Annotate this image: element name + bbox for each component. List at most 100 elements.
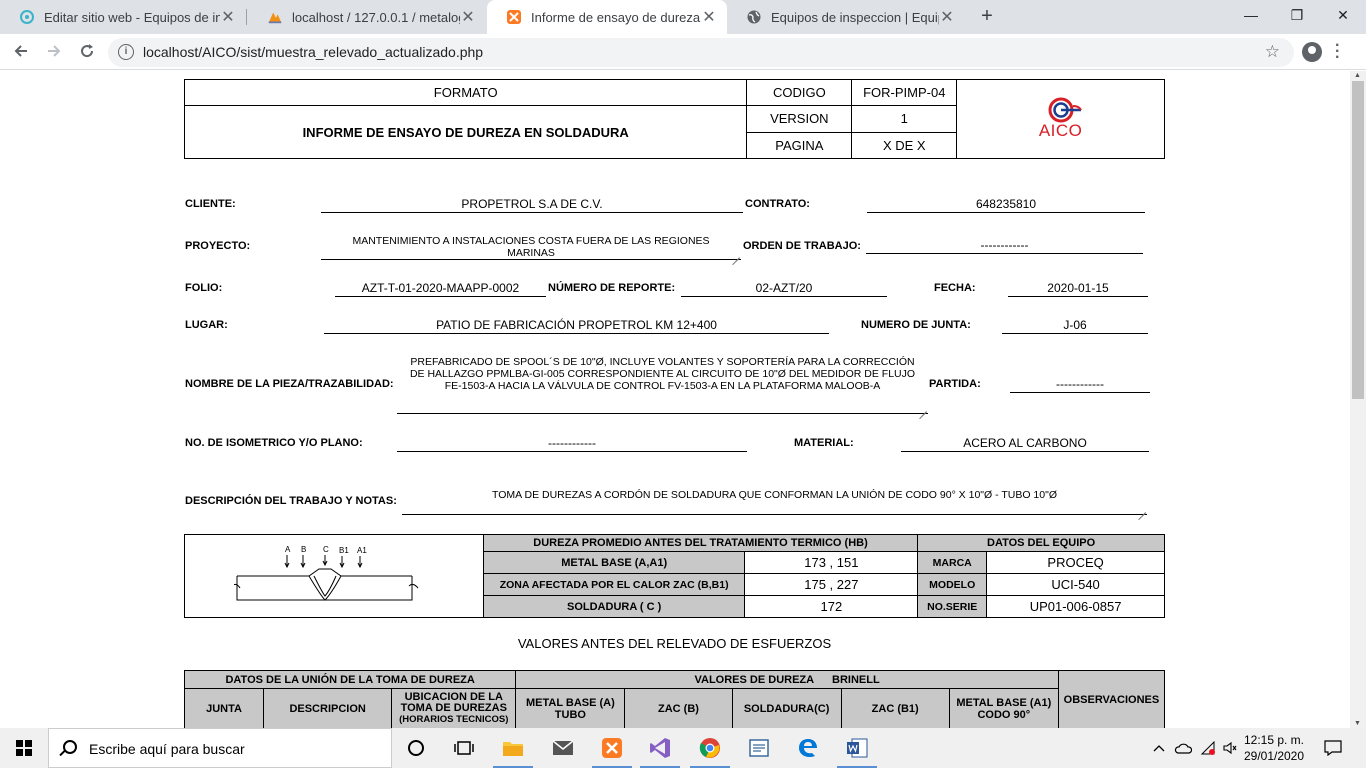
address-bar[interactable]: i localhost/AICO/sist/muestra_relevado_a… xyxy=(108,38,1294,67)
observaciones-header: OBSERVACIONES xyxy=(1057,670,1166,728)
contrato-label: CONTRATO: xyxy=(745,198,810,210)
notifications-icon[interactable] xyxy=(1320,728,1346,768)
metal-base-a-col-sub: TUBO xyxy=(554,708,586,721)
new-tab-button[interactable]: + xyxy=(976,5,998,27)
forward-arrow-icon[interactable] xyxy=(42,41,66,65)
page-scrollbar[interactable]: ▲ ▼ xyxy=(1350,71,1366,728)
modelo-value: UCI-540 xyxy=(986,573,1165,596)
diagram-label-a1: A1 xyxy=(357,546,367,555)
scroll-down-arrow-icon[interactable]: ▼ xyxy=(1354,720,1361,727)
report-document: FORMATO CODIGO FOR-PIMP-04 AICO INFORME … xyxy=(0,71,1350,728)
diagram-label-c: C xyxy=(323,545,329,554)
partida-field[interactable]: ------------ xyxy=(1010,377,1150,393)
close-tab-icon[interactable]: ✕ xyxy=(939,7,955,27)
reporte-field[interactable]: 02-AZT/20 xyxy=(681,281,887,297)
browser-toolbar: i localhost/AICO/sist/muestra_relevado_a… xyxy=(0,34,1366,70)
metal-base-a-col-header: METAL BASE (A) TUBO xyxy=(515,688,626,728)
cortana-icon[interactable] xyxy=(392,728,440,768)
soldadura-value: 172 xyxy=(744,595,919,618)
onedrive-icon[interactable] xyxy=(1172,728,1194,768)
tab-title: localhost / 127.0.0.1 / metalograf xyxy=(292,9,460,25)
taskbar-search-box[interactable]: Escribe aquí para buscar xyxy=(48,728,392,768)
no-serie-value: UP01-006-0857 xyxy=(986,595,1165,618)
hardness-equipment-table: A B C B1 A1 DUREZA PROMEDIO ANTES DEL TR… xyxy=(184,534,1165,618)
cliente-field[interactable]: PROPETROL S.A DE C.V. xyxy=(321,197,743,213)
tab-equipos-inspeccion[interactable]: Equipos de inspeccion | Equipos ✕ xyxy=(727,0,965,34)
folio-field[interactable]: AZT-T-01-2020-MAAPP-0002 xyxy=(335,281,546,297)
descripcion-col-header: DESCRIPCION xyxy=(263,688,393,728)
soldadura-col-header: SOLDADURA(C) xyxy=(731,688,842,728)
close-tab-icon[interactable]: ✕ xyxy=(220,7,236,27)
scroll-thumb[interactable] xyxy=(1352,81,1364,399)
tab-title: Equipos de inspeccion | Equipos xyxy=(771,9,939,25)
reload-icon[interactable] xyxy=(75,41,99,65)
partida-label: PARTIDA: xyxy=(929,378,981,390)
values-section-title: VALORES ANTES DEL RELEVADO DE ESFUERZOS xyxy=(517,636,832,651)
mail-icon[interactable] xyxy=(539,728,587,768)
visual-studio-icon[interactable] xyxy=(636,728,684,768)
junta-label: NUMERO DE JUNTA: xyxy=(861,319,971,331)
hardness-values-table: DATOS DE LA UNIÓN DE LA TOMA DE DUREZA V… xyxy=(183,670,1166,728)
proyecto-text: MANTENIMIENTO A INSTALACIONES COSTA FUER… xyxy=(352,235,710,259)
codigo-value: FOR-PIMP-04 xyxy=(851,78,958,107)
contrato-field[interactable]: 648235810 xyxy=(867,197,1145,213)
metal-base-value: 173 , 151 xyxy=(744,551,919,574)
task-view-icon[interactable] xyxy=(440,728,488,768)
tab-title: Editar sitio web - Equipos de insp xyxy=(44,9,220,25)
taskbar-clock[interactable]: 12:15 p. m. 29/01/2020 xyxy=(1238,732,1310,764)
resize-grip-icon[interactable] xyxy=(919,404,927,412)
tab-strip: Editar sitio web - Equipos de insp ✕ loc… xyxy=(0,0,1366,34)
minimize-button[interactable]: — xyxy=(1228,0,1274,30)
resize-grip-icon[interactable] xyxy=(1138,505,1146,513)
descripcion-textarea[interactable]: TOMA DE DUREZAS A CORDÓN DE SOLDADURA QU… xyxy=(402,489,1147,515)
wifi-icon[interactable] xyxy=(1198,728,1218,768)
scroll-up-arrow-icon[interactable]: ▲ xyxy=(1354,72,1361,79)
close-window-button[interactable]: ✕ xyxy=(1320,0,1366,30)
orden-label: ORDEN DE TRABAJO: xyxy=(743,240,861,252)
chrome-icon[interactable] xyxy=(686,728,734,768)
page-viewport: FORMATO CODIGO FOR-PIMP-04 AICO INFORME … xyxy=(0,71,1350,728)
close-tab-icon[interactable]: ✕ xyxy=(460,7,476,27)
maximize-button[interactable]: ❐ xyxy=(1274,0,1320,30)
volume-icon[interactable] xyxy=(1220,728,1240,768)
resize-grip-icon[interactable] xyxy=(732,250,740,258)
bookmark-star-icon[interactable]: ☆ xyxy=(1265,42,1280,62)
orden-field[interactable]: ------------ xyxy=(866,238,1143,254)
xampp-taskbar-icon[interactable] xyxy=(588,728,636,768)
windows-logo-icon xyxy=(16,740,32,756)
descripcion-text: TOMA DE DUREZAS A CORDÓN DE SOLDADURA QU… xyxy=(492,489,1057,501)
soldadura-label: SOLDADURA ( C ) xyxy=(482,595,746,618)
fecha-field[interactable]: 2020-01-15 xyxy=(1008,281,1148,297)
tab-phpmyadmin[interactable]: localhost / 127.0.0.1 / metalograf ✕ xyxy=(248,0,486,34)
start-button[interactable] xyxy=(0,728,48,768)
metal-base-a1-col-title: METAL BASE (A1) xyxy=(956,696,1052,709)
word-icon[interactable] xyxy=(833,728,881,768)
no-serie-label: NO.SERIE xyxy=(917,595,988,618)
menu-kebab-icon[interactable]: · · · xyxy=(1335,38,1340,66)
pieza-textarea[interactable]: PREFABRICADO DE SPOOL´S DE 10"Ø, INCLUYE… xyxy=(397,356,928,414)
lugar-field[interactable]: PATIO DE FABRICACIÓN PROPETROL KM 12+400 xyxy=(324,318,829,334)
tab-editar-sitio[interactable]: Editar sitio web - Equipos de insp ✕ xyxy=(0,0,246,34)
file-explorer-icon[interactable] xyxy=(489,728,537,768)
close-tab-icon[interactable]: ✕ xyxy=(701,7,717,27)
ubicacion-col-header: UBICACION DE LA TOMA DE DUREZAS (HORARIO… xyxy=(391,688,517,728)
info-icon[interactable]: i xyxy=(118,44,134,60)
aico-logo-mark xyxy=(1043,97,1082,123)
proyecto-label: PROYECTO: xyxy=(185,240,251,252)
junta-field[interactable]: J-06 xyxy=(1002,318,1148,334)
tab-informe-dureza[interactable]: Informe de ensayo de dureza ✕ xyxy=(487,0,727,34)
globe-icon xyxy=(746,9,762,25)
profile-avatar-icon[interactable] xyxy=(1302,42,1322,62)
report-title: INFORME DE ENSAYO DE DUREZA EN SOLDADURA xyxy=(183,105,748,159)
proyecto-textarea[interactable]: MANTENIMIENTO A INSTALACIONES COSTA FUER… xyxy=(321,235,741,260)
tray-chevron-icon[interactable] xyxy=(1150,728,1168,768)
brinell-group-header: VALORES DE DUREZA BRINELL xyxy=(515,670,1059,689)
material-field[interactable]: ACERO AL CARBONO xyxy=(901,436,1149,452)
codigo-label: CODIGO xyxy=(746,78,853,107)
notepad-icon[interactable] xyxy=(735,728,783,768)
weld-diagram: A B C B1 A1 xyxy=(231,545,419,601)
modelo-label: MODELO xyxy=(917,573,988,596)
back-arrow-icon[interactable] xyxy=(9,41,33,65)
isometrico-field[interactable]: ------------ xyxy=(397,436,747,452)
edge-icon[interactable] xyxy=(784,728,832,768)
